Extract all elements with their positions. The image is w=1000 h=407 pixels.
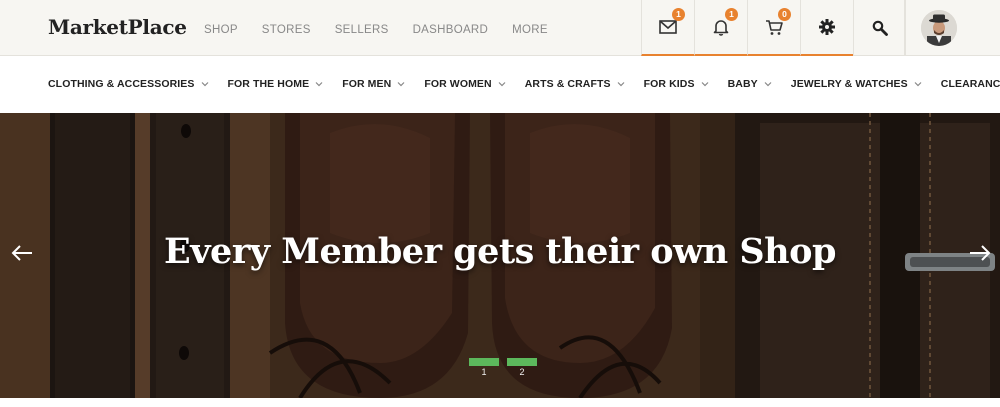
nav-more[interactable]: MORE (512, 24, 548, 36)
notifications-count-badge: 1 (725, 8, 738, 21)
category-label: BABY (727, 78, 758, 90)
category-baby[interactable]: BABY (728, 78, 772, 90)
nav-sellers[interactable]: SELLERS (335, 24, 389, 36)
messages-button[interactable]: 1 (641, 0, 694, 56)
user-avatar-icon (921, 10, 957, 46)
category-clothing-accessories[interactable]: CLOTHING & ACCESSORIES (48, 78, 209, 90)
top-header: MarketPlace SHOP STORES SELLERS DASHBOAR… (0, 0, 1000, 56)
slide-indicator-1[interactable]: 1 (469, 358, 499, 377)
notifications-button[interactable]: 1 (694, 0, 747, 56)
slide-number: 2 (519, 367, 525, 377)
chevron-down-icon (701, 82, 709, 87)
chevron-down-icon (914, 82, 922, 87)
category-clearance[interactable]: CLEARANCE (941, 78, 1000, 90)
hero-title: Every Member gets their own Shop (164, 231, 836, 272)
category-list: CLOTHING & ACCESSORIES FOR THE HOME FOR … (48, 78, 1000, 90)
bell-icon (713, 20, 729, 36)
envelope-icon (659, 20, 677, 34)
user-menu (904, 0, 1000, 56)
category-label: FOR MEN (342, 78, 392, 90)
category-label: ARTS & CRAFTS (524, 78, 611, 90)
gear-icon (819, 19, 835, 35)
category-label: FOR THE HOME (227, 78, 310, 90)
search-icon (872, 20, 888, 36)
category-for-kids[interactable]: FOR KIDS (644, 78, 709, 90)
category-for-men[interactable]: FOR MEN (342, 78, 405, 90)
cart-count-badge: 0 (778, 8, 791, 21)
category-label: CLOTHING & ACCESSORIES (48, 78, 195, 90)
slide-indicator-2[interactable]: 2 (507, 358, 537, 377)
chevron-down-icon (201, 82, 208, 87)
nav-stores[interactable]: STORES (262, 24, 311, 36)
category-for-women[interactable]: FOR WOMEN (424, 78, 506, 90)
search-button[interactable] (853, 0, 906, 56)
chevron-down-icon (498, 82, 506, 87)
cart-icon (766, 19, 783, 35)
site-logo[interactable]: MarketPlace (48, 15, 187, 39)
category-label: JEWELRY & WATCHES (790, 78, 908, 90)
settings-button[interactable] (800, 0, 853, 56)
category-jewelry-watches[interactable]: JEWELRY & WATCHES (791, 78, 922, 90)
header-icons: 1 1 0 (641, 0, 906, 56)
avatar[interactable] (921, 10, 957, 46)
category-nav: CLOTHING & ACCESSORIES FOR THE HOME FOR … (0, 56, 1000, 113)
category-label: FOR KIDS (643, 78, 695, 90)
cart-button[interactable]: 0 (747, 0, 800, 56)
category-arts-crafts[interactable]: ARTS & CRAFTS (525, 78, 625, 90)
category-label: FOR WOMEN (424, 78, 492, 90)
slider-indicators: 1 2 (469, 358, 545, 377)
chevron-down-icon (617, 82, 625, 87)
messages-count-badge: 1 (672, 8, 685, 21)
content-start (0, 398, 1000, 407)
slide-number: 1 (481, 367, 487, 377)
chevron-down-icon (397, 82, 405, 87)
nav-dashboard[interactable]: DASHBOARD (413, 24, 489, 36)
chevron-down-icon (764, 82, 772, 87)
category-label: CLEARANCE (940, 78, 1000, 90)
nav-shop[interactable]: SHOP (204, 24, 238, 36)
chevron-down-icon (315, 82, 323, 87)
main-nav: SHOP STORES SELLERS DASHBOARD MORE (204, 24, 572, 36)
category-for-the-home[interactable]: FOR THE HOME (228, 78, 324, 90)
hero-slider: Every Member gets their own Shop 1 2 (0, 113, 1000, 398)
